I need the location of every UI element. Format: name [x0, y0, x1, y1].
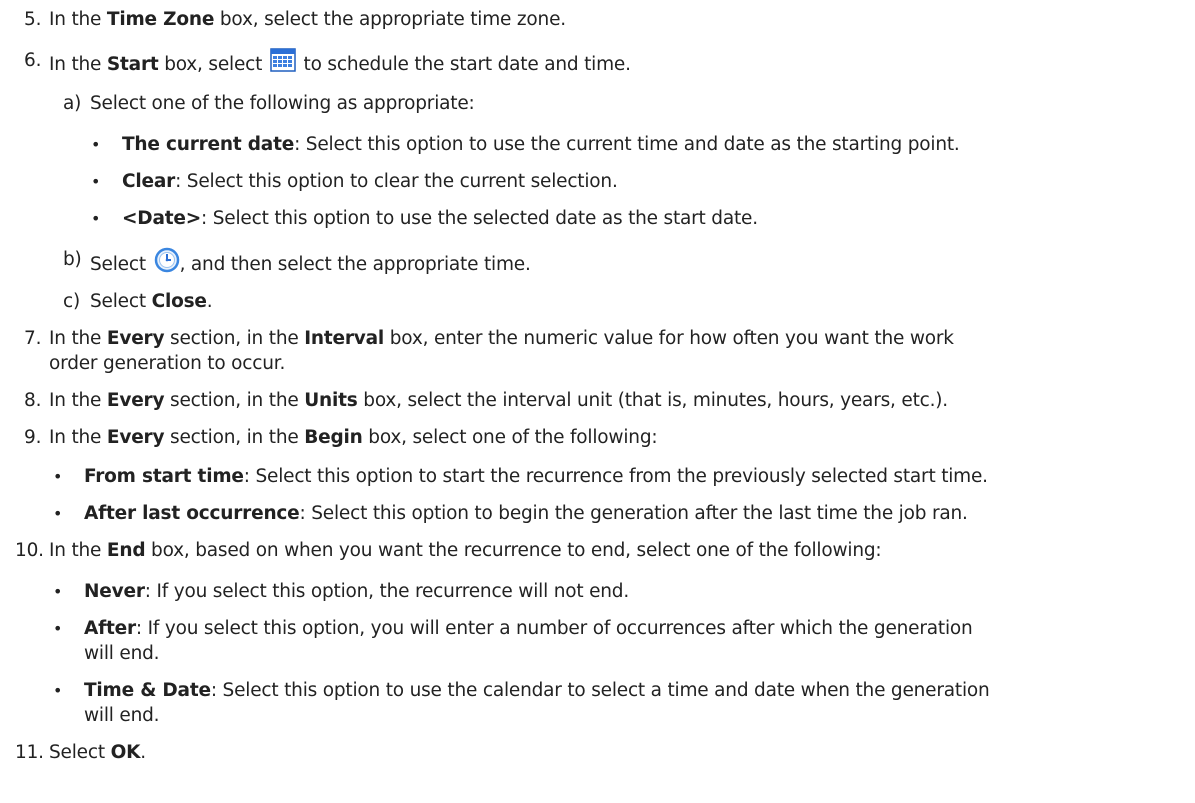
bullet-text: : Select this option to use the selected… [201, 208, 758, 229]
step-text-mid: section, in the [164, 390, 305, 411]
step-text-pre: In the [49, 9, 107, 30]
step-7-continuation: order generation to occur. [0, 351, 1195, 376]
clock-icon [154, 247, 180, 273]
step-text-mid: box, select [158, 54, 268, 75]
bullet-term: Clear [122, 171, 176, 192]
ui-term-start: Start [106, 54, 159, 75]
step-8: 8. In the Every section, in the Units bo… [0, 388, 1195, 413]
step-text-pre: Select [49, 742, 111, 763]
substep-text: Select one of the following as appropria… [90, 93, 475, 114]
bullet-item: • Clear: Select this option to clear the… [91, 171, 618, 192]
step-text-post: box, select one of the following: [362, 427, 658, 448]
step-number: 10. [15, 540, 44, 561]
substep-letter: b) [63, 249, 82, 270]
bullet-term: From start time [84, 466, 244, 487]
ui-term-ok: OK [110, 742, 141, 763]
procedure-document: 5. In the Time Zone box, select the appr… [0, 0, 1195, 765]
bullet-term: After [84, 618, 136, 639]
bullet-text: : Select this option to use the calendar… [210, 680, 990, 701]
step-text-post: box, enter the numeric value for how oft… [384, 328, 954, 349]
step-text-line2: order generation to occur. [49, 353, 286, 374]
ui-term-units: Units [304, 390, 358, 411]
step-number: 9. [24, 427, 42, 448]
substep-text-post: . [206, 291, 213, 312]
step-7: 7. In the Every section, in the Interval… [0, 326, 1195, 351]
step-text-post: box, select the appropriate time zone. [214, 9, 566, 30]
bullet-text: : Select this option to begin the genera… [299, 503, 968, 524]
substep-text-pre: Select [90, 254, 152, 275]
bullet-item: • After last occurrence: Select this opt… [53, 503, 968, 524]
bullet-item: • Time & Date: Select this option to use… [53, 680, 990, 726]
bullet-item: • The current date: Select this option t… [91, 134, 960, 155]
step-number: 6. [24, 50, 42, 71]
bullet-term: After last occurrence [84, 503, 300, 524]
substep-text-post: , and then select the appropriate time. [179, 254, 531, 275]
bullet-text: : Select this option to clear the curren… [175, 171, 618, 192]
ui-term-end: End [106, 540, 146, 561]
ui-term-time-zone: Time Zone [106, 9, 215, 30]
step-text-post: . [140, 742, 146, 763]
bullet-text-line2: will end. [84, 705, 160, 726]
bullet-term: <Date> [122, 208, 202, 229]
step-text-post: box, based on when you want the recurren… [145, 540, 882, 561]
step-number: 8. [24, 390, 42, 411]
bullet-text: : Select this option to use the current … [294, 134, 960, 155]
ui-term-every: Every [106, 328, 165, 349]
substep-letter: a) [63, 93, 82, 114]
step-text-pre: In the [49, 390, 107, 411]
substep-6c: c) Select Close. [0, 289, 1195, 314]
ui-term-every: Every [106, 427, 165, 448]
bullet-term: The current date [122, 134, 295, 155]
substep-6a: a) Select one of the following as approp… [0, 91, 1195, 116]
ui-term-begin: Begin [304, 427, 363, 448]
step-text-mid: section, in the [164, 427, 305, 448]
substep-text-pre: Select [90, 291, 152, 312]
step-number: 11. [15, 742, 44, 763]
bullet-term: Time & Date [84, 680, 211, 701]
bullet-text: : Select this option to start the recurr… [243, 466, 988, 487]
step-number: 5. [24, 9, 42, 30]
substep-letter: c) [63, 291, 80, 312]
ui-term-every: Every [106, 390, 165, 411]
step-text-pre: In the [49, 54, 107, 75]
bullet-text-line2: will end. [84, 643, 160, 664]
bullet-item: • <Date>: Select this option to use the … [91, 208, 758, 229]
substep-6b: b) Select , and then select the appropri… [0, 247, 1195, 277]
bullet-text: : If you select this option, the recurre… [144, 581, 630, 602]
step-text-pre: In the [49, 427, 107, 448]
calendar-icon [270, 48, 296, 72]
step-10: 10. In the End box, based on when you wa… [0, 538, 1195, 563]
step-9: 9. In the Every section, in the Begin bo… [0, 425, 1195, 450]
bullet-item: • From start time: Select this option to… [53, 466, 988, 487]
bullet-text: : If you select this option, you will en… [135, 618, 973, 639]
step-text-post: to schedule the start date and time. [297, 54, 631, 75]
step-text-mid: section, in the [164, 328, 305, 349]
ui-term-interval: Interval [304, 328, 385, 349]
step-11: 11. Select OK. [0, 740, 1195, 765]
bullet-term: Never [84, 581, 145, 602]
step-text-pre: In the [49, 540, 107, 561]
bullet-item: • Never: If you select this option, the … [53, 581, 630, 602]
step-text-post: box, select the interval unit (that is, … [357, 390, 948, 411]
step-number: 7. [24, 328, 42, 349]
bullet-item: • After: If you select this option, you … [53, 618, 973, 664]
ui-term-close: Close [151, 291, 207, 312]
step-5: 5. In the Time Zone box, select the appr… [0, 7, 1195, 32]
step-text-pre: In the [49, 328, 107, 349]
step-6: 6. In the Start box, select to schedule … [0, 48, 1195, 77]
